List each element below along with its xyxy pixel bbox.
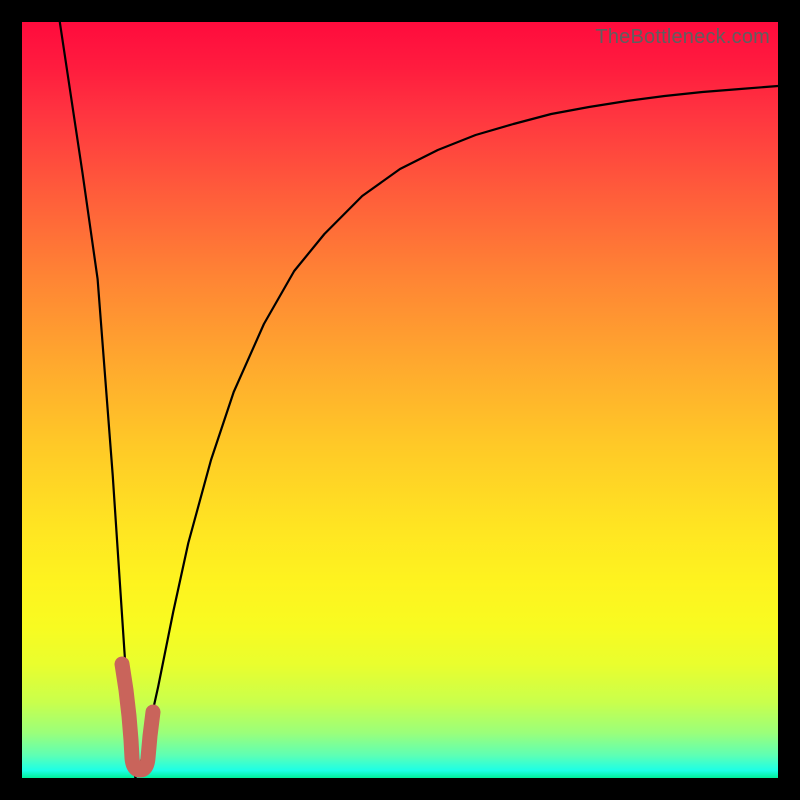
chart-frame: TheBottleneck.com xyxy=(0,0,800,800)
bottleneck-curve-svg xyxy=(22,22,778,778)
bottleneck-curve-path xyxy=(60,22,778,778)
current-config-marker xyxy=(122,664,153,770)
chart-plot-area: TheBottleneck.com xyxy=(22,22,778,778)
